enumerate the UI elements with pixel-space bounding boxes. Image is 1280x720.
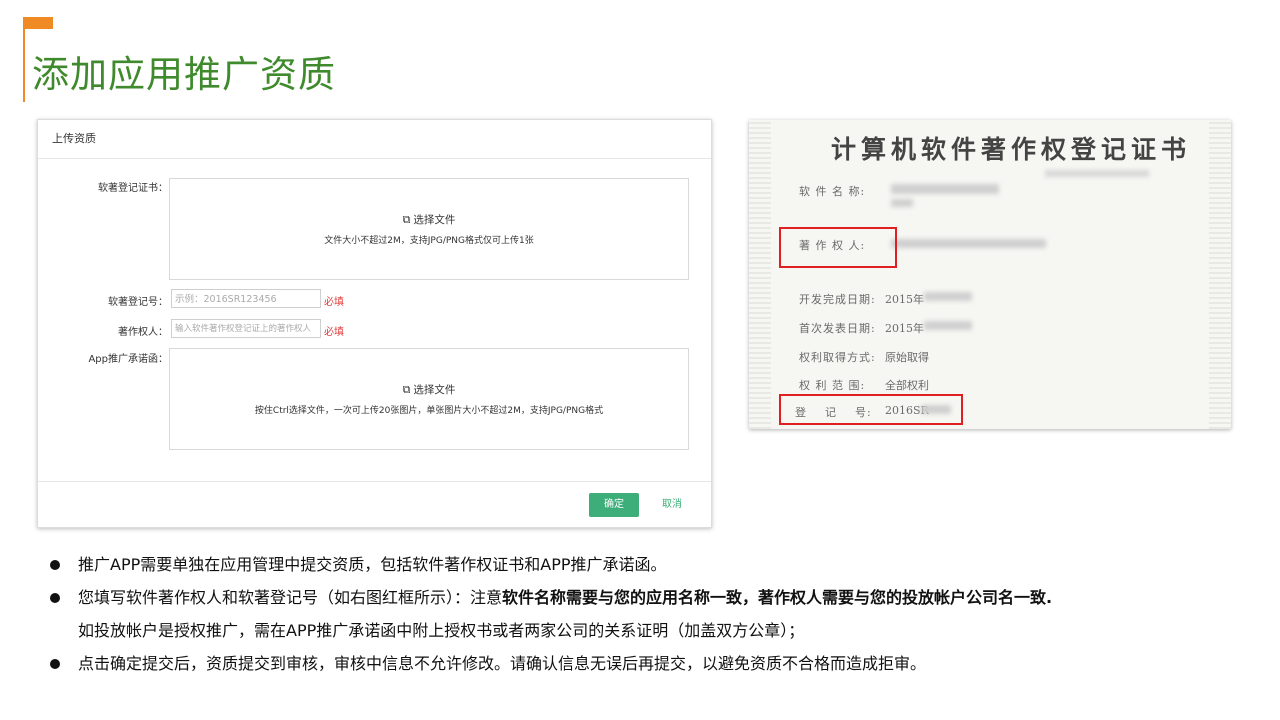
bullet-dot <box>50 659 60 669</box>
external-link-icon: ⧉ <box>402 383 411 396</box>
blurred-software-name <box>891 184 999 194</box>
notes-list: 推广APP需要单独在应用管理中提交资质，包括软件著作权证书和APP推广承诺函。 … <box>48 548 1248 680</box>
list-item: 您填写软件著作权人和软著登记号（如右图红框所示）：注意软件名称需要与您的应用名称… <box>48 581 1248 647</box>
bullet-dot <box>50 560 60 570</box>
note-2-text-continued: 如投放帐户是授权推广，需在APP推广承诺函中附上授权书或者两家公司的关系证明（加… <box>78 621 805 640</box>
blurred-serial <box>1045 170 1149 177</box>
list-item: 点击确定提交后，资质提交到审核，审核中信息不允许修改。请确认信息无误后再提交，以… <box>48 647 1248 680</box>
title-accent-line <box>23 29 25 102</box>
cert-upload-box[interactable]: ⧉ 选择文件 文件大小不超过2M，支持JPG/PNG格式仅可上传1张 <box>169 178 689 280</box>
cert-name-label: 软 件 名 称: <box>799 185 866 198</box>
promise-upload-hint: 按住Ctrl选择文件，一次可上传20张图片，单张图片大小不超过2M，支持JPG/… <box>254 406 604 416</box>
note-2-text: 您填写软件著作权人和软著登记号（如右图红框所示）：注意 <box>78 588 503 607</box>
cert-finish-label: 开发完成日期: <box>799 293 876 306</box>
note-2-bold-text: 软件名称需要与您的应用名称一致，著作权人需要与您的投放帐户公司名一致. <box>502 588 1053 607</box>
cancel-button[interactable]: 取消 <box>654 493 690 517</box>
reg-no-input[interactable]: 示例：2016SR123456 <box>171 289 321 308</box>
blurred-software-name-2 <box>891 199 913 207</box>
choose-file-label: 选择文件 <box>413 214 456 226</box>
promise-label: App推广承诺函： <box>88 354 168 365</box>
owner-input[interactable]: 输入软件著作权登记证上的著作权人 <box>171 319 321 338</box>
list-item: 推广APP需要单独在应用管理中提交资质，包括软件著作权证书和APP推广承诺函。 <box>48 548 1248 581</box>
certificate-title: 计算机软件著作权登记证书 <box>831 135 1192 164</box>
note-1-text: 推广APP需要单独在应用管理中提交资质，包括软件著作权证书和APP推广承诺函。 <box>78 555 667 574</box>
external-link-icon: ⧉ <box>402 213 411 226</box>
certificate-image: 计算机软件著作权登记证书 软 件 名 称: 著 作 权 人: 开发完成日期: 2… <box>749 120 1231 429</box>
note-3-text: 点击确定提交后，资质提交到审核，审核中信息不允许修改。请确认信息无误后再提交，以… <box>78 654 927 673</box>
owner-label: 著作权人： <box>118 327 168 338</box>
bullet-dot <box>50 593 60 603</box>
cert-finish-value: 2015年 <box>885 293 924 306</box>
promise-upload-box[interactable]: ⧉ 选择文件 按住Ctrl选择文件，一次可上传20张图片，单张图片大小不超过2M，… <box>169 348 689 450</box>
blurred-finish-date <box>924 292 972 301</box>
owner-required: 必填 <box>324 327 344 338</box>
blurred-publish-date <box>924 321 972 330</box>
cert-scope-label: 权 利 范 围: <box>799 379 866 392</box>
cert-upload-hint: 文件大小不超过2M，支持JPG/PNG格式仅可上传1张 <box>324 236 534 246</box>
dialog-header: 上传资质 <box>38 120 711 159</box>
promise-choose-file-button[interactable]: ⧉ 选择文件 <box>170 382 688 397</box>
cert-publish-label: 首次发表日期: <box>799 322 876 335</box>
page-title: 添加应用推广资质 <box>32 53 336 96</box>
confirm-button[interactable]: 确定 <box>589 493 639 517</box>
upload-qualification-dialog: 上传资质 软著登记证书： ⧉ 选择文件 文件大小不超过2M，支持JPG/PNG格式… <box>37 119 712 528</box>
blurred-owner <box>891 239 1046 248</box>
title-accent-square <box>23 17 53 29</box>
owner-highlight-box <box>779 227 897 268</box>
cert-publish-value: 2015年 <box>885 322 924 335</box>
reg-no-label: 软著登记号： <box>108 297 168 308</box>
cert-choose-file-button[interactable]: ⧉ 选择文件 <box>170 212 688 227</box>
cert-scope-value: 全部权利 <box>885 379 929 392</box>
regno-highlight-box <box>779 394 963 425</box>
certificate-left-edge <box>749 120 771 429</box>
cert-acquire-label: 权利取得方式: <box>799 351 876 364</box>
cert-acquire-value: 原始取得 <box>885 351 929 364</box>
certificate-right-edge <box>1209 120 1231 429</box>
cert-label: 软著登记证书： <box>98 183 168 194</box>
reg-no-required: 必填 <box>324 297 344 308</box>
footer-divider <box>38 481 711 482</box>
choose-file-label: 选择文件 <box>413 384 456 396</box>
